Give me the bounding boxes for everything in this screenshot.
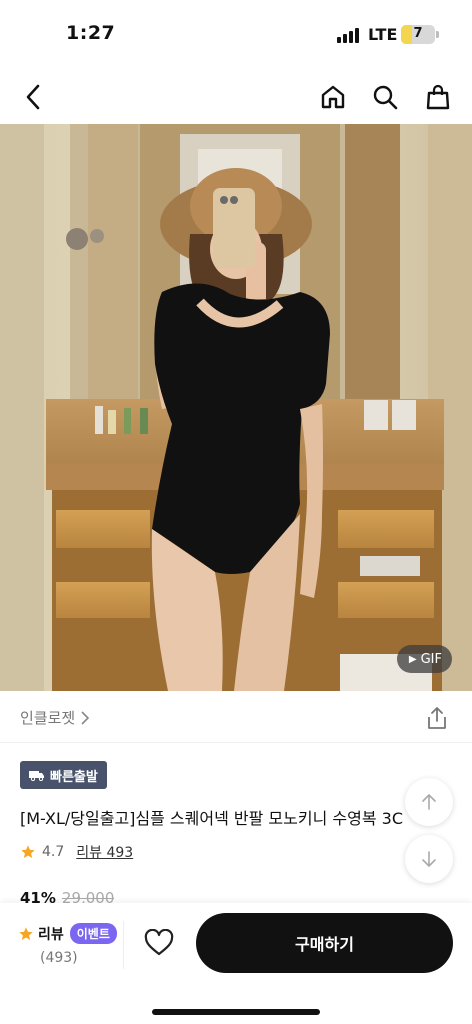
like-button[interactable] — [144, 928, 176, 959]
review-link[interactable]: 리뷰 493 — [76, 842, 133, 862]
signal-icon — [337, 28, 361, 43]
divider — [123, 921, 124, 969]
heart-icon — [144, 928, 174, 956]
home-button[interactable] — [316, 80, 350, 114]
status-bar: 1:27 LTE 7 — [0, 0, 472, 66]
fast-shipping-badge: 빠른출발 — [20, 761, 107, 789]
review-event-button[interactable]: 리뷰 이벤트 (493) — [18, 923, 118, 966]
product-image[interactable]: ▶ GIF — [0, 124, 472, 691]
delivery-truck-icon — [29, 771, 44, 781]
home-indicator — [152, 1009, 320, 1015]
battery-icon: 7 — [401, 25, 435, 44]
price-row: 41% 29,000 — [20, 889, 114, 903]
original-price: 29,000 — [61, 889, 115, 903]
search-icon — [373, 85, 398, 110]
product-photo — [0, 124, 472, 691]
event-badge: 이벤트 — [69, 923, 117, 944]
status-time: 1:27 — [66, 22, 116, 44]
home-icon — [321, 85, 345, 109]
buy-button[interactable]: 구매하기 — [196, 913, 453, 973]
network-label: LTE — [368, 25, 398, 44]
discount-rate: 41% — [20, 889, 56, 903]
gif-label: GIF — [420, 651, 442, 667]
nav-bar — [0, 70, 472, 124]
scroll-up-button[interactable] — [405, 778, 453, 826]
rating-row: 4.7 리뷰 493 — [20, 842, 133, 862]
review-count: (493) — [40, 950, 78, 966]
share-button[interactable] — [424, 705, 450, 731]
brand-link[interactable]: 인클로젯 — [20, 707, 90, 728]
scroll-down-button[interactable] — [405, 835, 453, 883]
arrow-up-icon — [422, 794, 436, 810]
shopping-bag-icon — [426, 84, 450, 110]
play-icon: ▶ — [408, 653, 417, 665]
product-title: [M-XL/당일출고]심플 스퀘어넥 반팔 모노키니 수영복 3C — [20, 809, 403, 828]
back-button[interactable] — [16, 80, 50, 114]
chevron-right-icon — [81, 710, 90, 725]
chevron-left-icon — [26, 84, 40, 110]
star-icon — [19, 926, 33, 940]
search-button[interactable] — [368, 80, 402, 114]
gif-badge[interactable]: ▶ GIF — [396, 645, 452, 673]
review-label: 리뷰 — [38, 926, 64, 943]
battery-level: 7 — [413, 26, 423, 41]
cart-button[interactable] — [421, 80, 455, 114]
arrow-down-icon — [422, 851, 436, 867]
fast-shipping-label: 빠른출발 — [50, 769, 98, 785]
battery-nub — [436, 31, 439, 38]
bottom-action-bar: 리뷰 이벤트 (493) 구매하기 — [0, 903, 472, 1024]
share-icon — [428, 707, 446, 729]
brand-name: 인클로젯 — [20, 709, 76, 727]
brand-row: 인클로젯 — [0, 691, 472, 743]
star-icon — [21, 845, 35, 858]
rating-value: 4.7 — [42, 844, 65, 860]
